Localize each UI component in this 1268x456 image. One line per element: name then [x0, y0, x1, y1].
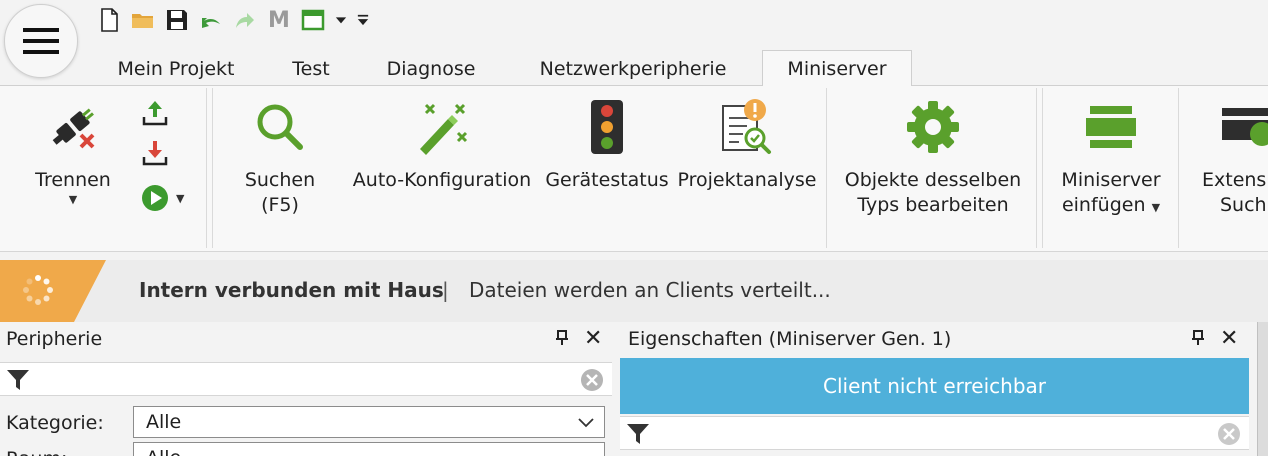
edit-same-type-label-line2: Typs bearbeiten	[857, 194, 1009, 216]
project-analysis-label: Projektanalyse	[677, 169, 817, 191]
ribbon-panel: Trennen ▼ ▼ Suchen (F5) Auto-Konfigurati…	[0, 86, 1268, 252]
chevron-down-icon	[578, 418, 594, 428]
disconnect-button[interactable]: Trennen ▼	[22, 86, 124, 206]
peripherie-filter-bar	[0, 362, 612, 396]
room-value: Alle	[146, 447, 181, 456]
search-label-line1: Suchen	[244, 169, 316, 191]
play-icon	[142, 185, 168, 211]
hamburger-icon	[23, 28, 59, 54]
qat-customize-button[interactable]	[356, 7, 370, 33]
chevron-down-icon: ▼	[176, 191, 185, 205]
search-button[interactable]: Suchen (F5)	[232, 86, 328, 218]
qat-dropdown-button[interactable]	[334, 7, 348, 33]
open-folder-button[interactable]	[130, 7, 156, 33]
room-label: Raum:	[6, 448, 67, 456]
upload-button[interactable]	[140, 98, 174, 130]
insert-miniserver-button[interactable]: Miniserver einfügen ▼	[1052, 86, 1170, 220]
ribbon-tab-bar: Mein Projekt Test Diagnose Netzwerkperip…	[0, 44, 1268, 87]
save-icon	[167, 10, 187, 30]
insert-miniserver-label-text: einfügen	[1061, 194, 1146, 216]
side-panel-edge	[1257, 322, 1268, 456]
window-button[interactable]	[300, 7, 326, 33]
auto-config-button[interactable]: Auto-Konfiguration	[346, 86, 538, 193]
disconnect-plug-icon	[52, 108, 95, 149]
properties-panel: Eigenschaften (Miniserver Gen. 1) ✕ Clie…	[612, 322, 1257, 456]
download-icon	[142, 141, 168, 166]
extension-search-label-line2: Such	[1220, 194, 1267, 216]
status-banner-flag	[0, 260, 106, 322]
client-unreachable-banner: Client nicht erreichbar	[620, 358, 1249, 414]
clear-filter-icon[interactable]	[1217, 422, 1241, 446]
search-icon	[257, 104, 303, 150]
quick-access-toolbar: M	[96, 4, 370, 36]
extension-search-button[interactable]: Extensi Such	[1188, 86, 1268, 250]
traffic-light-icon	[591, 100, 623, 154]
edit-same-type-button[interactable]: Objekte desselben Typs bearbeiten	[838, 86, 1028, 218]
dropdown-icon	[335, 17, 347, 24]
close-icon[interactable]: ✕	[1220, 326, 1238, 351]
start-button[interactable]: ▼	[140, 182, 200, 214]
project-analysis-button[interactable]: Projektanalyse	[676, 86, 818, 193]
download-button[interactable]	[140, 138, 174, 170]
panel-title: Peripherie	[6, 328, 103, 350]
clear-filter-icon[interactable]	[580, 368, 604, 392]
chevron-down-icon: ▼	[1151, 201, 1161, 214]
tab-test[interactable]: Test	[270, 52, 352, 86]
tab-mein-projekt[interactable]: Mein Projekt	[98, 52, 254, 86]
disconnect-label: Trennen	[35, 169, 111, 191]
redo-icon	[236, 13, 254, 28]
peripherie-panel: Peripherie ✕ Kategorie: Alle Raum: Alle	[0, 322, 612, 456]
connection-status-text: Intern verbunden mit Haus	[139, 278, 444, 302]
insert-miniserver-label-line1: Miniserver	[1061, 169, 1161, 191]
tab-netzwerkperipherie[interactable]: Netzwerkperipherie	[518, 52, 748, 86]
save-button[interactable]	[164, 7, 190, 33]
redo-button[interactable]	[232, 7, 258, 33]
status-separator: |	[442, 278, 449, 302]
device-status-label: Gerätestatus	[545, 169, 669, 191]
edit-same-type-label-line1: Objekte desselben	[844, 169, 1022, 191]
device-status-button[interactable]: Gerätestatus	[545, 86, 669, 193]
new-document-button[interactable]	[96, 7, 122, 33]
chevron-down-icon: ▼	[68, 193, 78, 206]
main-menu-button[interactable]	[4, 4, 78, 78]
category-value: Alle	[146, 411, 182, 433]
new-document-icon	[101, 8, 118, 32]
tab-miniserver[interactable]: Miniserver	[762, 50, 912, 87]
customize-icon	[357, 14, 369, 26]
properties-panel-title: Eigenschaften (Miniserver Gen. 1)	[628, 328, 952, 350]
miniserver-icon	[1086, 106, 1136, 148]
connection-status-bar: Intern verbunden mit Haus | Dateien werd…	[0, 260, 1268, 322]
search-label-line2: (F5)	[261, 194, 299, 216]
close-icon[interactable]: ✕	[584, 326, 602, 351]
properties-filter-input[interactable]	[656, 421, 1209, 445]
properties-filter-bar	[620, 416, 1249, 450]
undo-icon	[202, 18, 220, 28]
room-select[interactable]: Alle	[133, 442, 605, 456]
filter-icon	[7, 370, 29, 390]
m-icon: M	[268, 7, 290, 33]
magic-wand-icon	[420, 103, 468, 155]
upload-icon	[142, 101, 168, 126]
status-detail-text: Dateien werden an Clients verteilt...	[469, 278, 831, 302]
category-select[interactable]: Alle	[133, 406, 605, 438]
gear-icon	[907, 101, 959, 153]
extension-search-icon	[1222, 108, 1268, 146]
pin-icon[interactable]	[1190, 330, 1206, 346]
undo-button[interactable]	[198, 7, 224, 33]
category-label: Kategorie:	[6, 412, 104, 434]
auto-config-label: Auto-Konfiguration	[352, 169, 532, 191]
peripherie-filter-input[interactable]	[36, 367, 572, 391]
window-icon	[301, 9, 325, 31]
project-analysis-icon	[722, 99, 771, 154]
m-button[interactable]: M	[266, 7, 292, 33]
insert-miniserver-label-line2: einfügen ▼	[1062, 193, 1160, 220]
tab-diagnose[interactable]: Diagnose	[366, 52, 496, 86]
filter-icon	[627, 424, 649, 444]
open-folder-icon	[132, 14, 153, 28]
extension-search-label-line1: Extensi	[1202, 169, 1268, 191]
pin-icon[interactable]	[554, 330, 570, 346]
